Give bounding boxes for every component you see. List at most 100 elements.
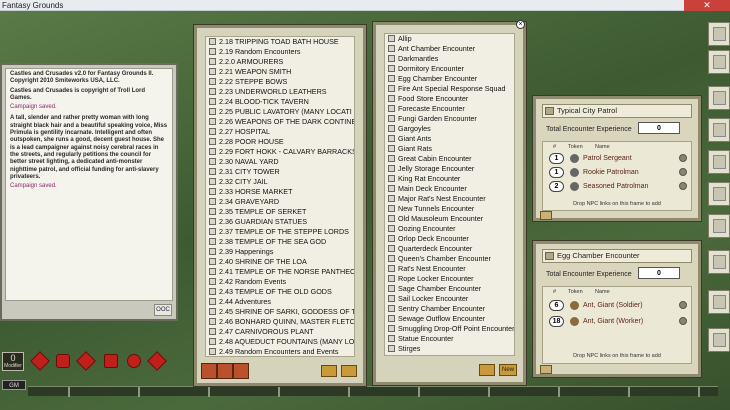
modifier-box[interactable]: 0 Modifier <box>2 352 24 371</box>
list-item[interactable]: Rat's Nest Encounter <box>385 264 514 274</box>
list-item[interactable]: Forecaste Encounter <box>385 104 514 114</box>
mail-icon[interactable] <box>540 211 552 220</box>
list-item[interactable]: 2.38 TEMPLE OF THE SEA GOD <box>206 237 354 247</box>
list-item[interactable]: 2.28 POOR HOUSE <box>206 137 354 147</box>
npc-name[interactable]: Ant, Giant (Worker) <box>583 316 643 327</box>
encounter-new-button[interactable]: New <box>499 364 517 376</box>
list-item[interactable]: 2.26 WEAPONS OF THE DARK CONTINE <box>206 117 354 127</box>
encounter-filter-button[interactable] <box>479 364 495 376</box>
window-close-button[interactable]: ✕ <box>684 0 730 11</box>
delete-dot-icon[interactable] <box>679 301 687 309</box>
delete-dot-icon[interactable] <box>679 317 687 325</box>
list-item[interactable]: 2.40 SHRINE OF THE LOA <box>206 257 354 267</box>
list-item[interactable]: Rope Locker Encounter <box>385 274 514 284</box>
list-item[interactable]: Oozing Encounter <box>385 224 514 234</box>
npc-name[interactable]: Patrol Sergeant <box>583 153 632 164</box>
hotkey-slot[interactable] <box>138 387 140 397</box>
list-item[interactable]: Orlop Deck Encounter <box>385 234 514 244</box>
sidebar-button-items[interactable] <box>708 250 730 274</box>
list-item[interactable]: Jelly Storage Encounter <box>385 164 514 174</box>
list-item[interactable]: 2.47 CARNIVOROUS PLANT <box>206 327 354 337</box>
list-item[interactable]: 2.34 GRAVEYARD <box>206 197 354 207</box>
npc-row[interactable]: 18 Ant, Giant (Worker) <box>543 315 691 328</box>
list-item[interactable]: 2.33 HORSE MARKET <box>206 187 354 197</box>
chat-log[interactable]: Castles and Crusades v2.0 for Fantasy Gr… <box>5 68 173 301</box>
d6-die-icon[interactable] <box>56 354 70 368</box>
sidebar-button-encounters[interactable] <box>708 150 730 174</box>
ooc-toggle[interactable]: OOC <box>154 304 172 316</box>
story-home-button[interactable] <box>201 363 217 379</box>
hotkey-slot[interactable] <box>418 387 420 397</box>
list-item[interactable]: Old Mausoleum Encounter <box>385 214 514 224</box>
list-item[interactable]: Sage Chamber Encounter <box>385 284 514 294</box>
list-item[interactable]: 2.21 WEAPON SMITH <box>206 67 354 77</box>
list-item[interactable]: 2.49 Random Encounters and Events <box>206 347 354 356</box>
hotkey-slot[interactable] <box>488 387 490 397</box>
story-list[interactable]: 2.18 TRIPPING TOAD BATH HOUSE 2.19 Random… <box>205 36 355 357</box>
delete-dot-icon[interactable] <box>679 154 687 162</box>
delete-dot-icon[interactable] <box>679 168 687 176</box>
sidebar-button-tables[interactable] <box>708 182 730 206</box>
npc-table[interactable]: # Token Name 1 Patrol Sergeant 1 Rookie Pa… <box>542 141 692 211</box>
token-icon[interactable] <box>570 182 579 191</box>
list-item[interactable]: 2.44 Adventures <box>206 297 354 307</box>
delete-dot-icon[interactable] <box>679 182 687 190</box>
list-item[interactable]: Food Store Encounter <box>385 94 514 104</box>
hotkey-slot[interactable] <box>698 387 700 397</box>
token-icon[interactable] <box>570 317 579 326</box>
d10-die-icon[interactable] <box>104 354 118 368</box>
sidebar-button-tokens[interactable] <box>708 328 730 352</box>
list-item[interactable]: Great Cabin Encounter <box>385 154 514 164</box>
close-icon[interactable]: × <box>516 20 525 29</box>
npc-count[interactable]: 6 <box>549 300 564 311</box>
list-item[interactable]: 2.27 HOSPITAL <box>206 127 354 137</box>
sidebar-button-maps[interactable] <box>708 118 730 142</box>
list-item[interactable]: King Rat Encounter <box>385 174 514 184</box>
list-item[interactable]: Allip <box>385 34 514 44</box>
list-item[interactable]: Stirges <box>385 344 514 354</box>
list-item[interactable]: Smuggling Drop-Off Point Encounter <box>385 324 514 334</box>
list-item[interactable]: 2.36 GUARDIAN STATUES <box>206 217 354 227</box>
npc-row[interactable]: 2 Seasoned Patrolman <box>543 180 691 193</box>
list-item[interactable]: Statue Encounter <box>385 334 514 344</box>
encounter-list[interactable]: Allip Ant Chamber Encounter Darkmantles Dor… <box>384 33 515 356</box>
list-item[interactable]: 2.45 SHRINE OF SARKI, GODDESS OF TH <box>206 307 354 317</box>
list-item[interactable]: Giant Rats <box>385 144 514 154</box>
list-item[interactable]: 2.32 CITY JAIL <box>206 177 354 187</box>
list-item[interactable]: 2.37 TEMPLE OF THE STEPPE LORDS <box>206 227 354 237</box>
list-item[interactable]: New Tunnels Encounter <box>385 204 514 214</box>
list-item[interactable]: 2.46 BONHARD QUINN, MASTER FLETCH <box>206 317 354 327</box>
npc-table[interactable]: # Token Name 6 Ant, Giant (Soldier) 18 Ant… <box>542 286 692 364</box>
hotkey-slot[interactable] <box>208 387 210 397</box>
list-item[interactable]: Darkmantles <box>385 54 514 64</box>
npc-count[interactable]: 1 <box>549 167 564 178</box>
sidebar-button-library[interactable] <box>708 290 730 314</box>
list-item[interactable]: Major Rat's Nest Encounter <box>385 194 514 204</box>
hotkey-slot[interactable] <box>628 387 630 397</box>
list-item[interactable]: Giant Ants <box>385 134 514 144</box>
list-item[interactable]: 2.29 FORT HOKK - CALVARY BARRACKS <box>206 147 354 157</box>
list-item[interactable]: Three Wights Encounter <box>385 354 514 355</box>
npc-name[interactable]: Rookie Patrolman <box>583 167 639 178</box>
list-item[interactable]: Gargoyles <box>385 124 514 134</box>
gm-label[interactable]: GM <box>2 380 26 390</box>
hotkey-slot[interactable] <box>278 387 280 397</box>
list-item[interactable]: 2.35 TEMPLE OF SERKET <box>206 207 354 217</box>
token-icon[interactable] <box>570 301 579 310</box>
list-item[interactable]: Sentry Chamber Encounter <box>385 304 514 314</box>
mail-icon[interactable] <box>540 365 552 374</box>
story-new-button[interactable] <box>321 365 337 377</box>
list-item[interactable]: 2.24 BLOOD-TICK TAVERN <box>206 97 354 107</box>
npc-count[interactable]: 2 <box>549 181 564 192</box>
npc-name[interactable]: Seasoned Patrolman <box>583 181 648 192</box>
hotkey-slot[interactable] <box>348 387 350 397</box>
list-item[interactable]: 2.31 CITY TOWER <box>206 167 354 177</box>
npc-count[interactable]: 1 <box>549 153 564 164</box>
npc-name[interactable]: Ant, Giant (Soldier) <box>583 300 643 311</box>
list-item[interactable]: 2.19 Random Encounters <box>206 47 354 57</box>
list-item[interactable]: Main Deck Encounter <box>385 184 514 194</box>
list-item[interactable]: 2.39 Happenings <box>206 247 354 257</box>
list-item[interactable]: 2.42 Random Events <box>206 277 354 287</box>
story-category-button[interactable] <box>217 363 233 379</box>
hotkey-slot[interactable] <box>558 387 560 397</box>
